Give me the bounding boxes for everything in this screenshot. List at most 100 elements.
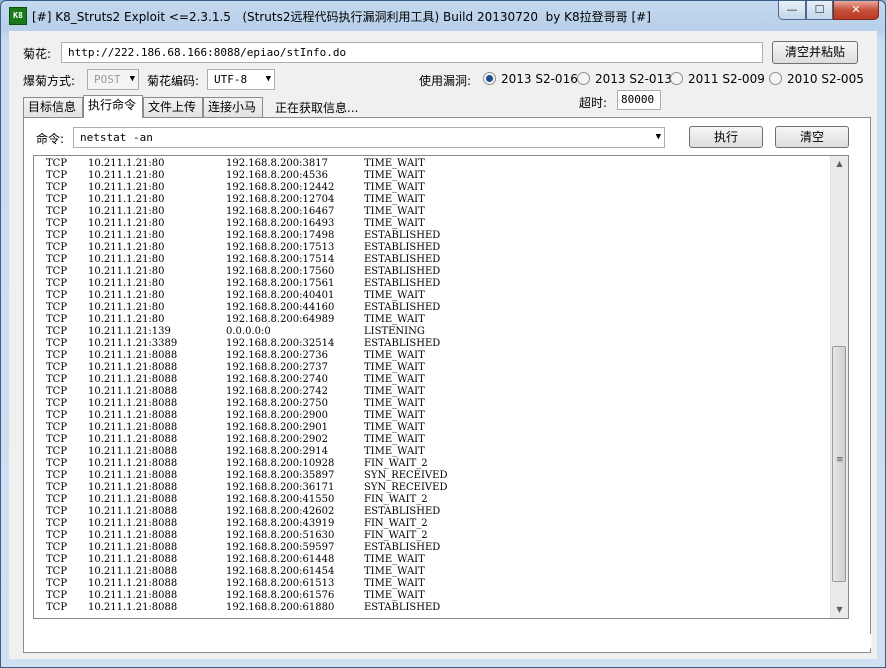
output-foreign-address: 192.168.8.200:61454 xyxy=(226,566,335,577)
command-value: netstat -an xyxy=(80,131,153,144)
output-local-address: 10.211.1.21:8088 xyxy=(88,458,178,469)
radio-label: 2013 S2-016 xyxy=(501,72,578,86)
output-proto: TCP xyxy=(46,218,68,229)
output-row: TCP 10.211.1.21:8088 192.168.8.200:2750 TIM… xyxy=(34,398,830,410)
command-input[interactable]: netstat -an ▼ xyxy=(73,127,665,148)
output-foreign-address: 192.168.8.200:61576 xyxy=(226,590,335,601)
timeout-input[interactable]: 80000 xyxy=(617,90,661,110)
output-local-address: 10.211.1.21:80 xyxy=(88,254,165,265)
title-bar[interactable]: K8 [#] K8_Struts2 Exploit <=2.3.1.5 (Str… xyxy=(1,1,885,31)
method-select[interactable]: POST ▼ xyxy=(87,69,139,90)
output-state: TIME_WAIT xyxy=(364,554,425,565)
output-foreign-address: 192.168.8.200:61448 xyxy=(226,554,335,565)
scroll-thumb[interactable]: ≡ xyxy=(832,346,846,582)
output-foreign-address: 192.168.8.200:61880 xyxy=(226,602,335,613)
output-row: TCP 10.211.1.21:8088 192.168.8.200:59597 ES… xyxy=(34,542,830,554)
output-local-address: 10.211.1.21:8088 xyxy=(88,398,178,409)
output-foreign-address: 192.168.8.200:2914 xyxy=(226,446,328,457)
output-foreign-address: 192.168.8.200:64989 xyxy=(226,314,335,325)
output-textarea[interactable]: TCP 10.211.1.21:80 192.168.8.200:3817 TIME_… xyxy=(33,155,849,619)
output-foreign-address: 0.0.0.0:0 xyxy=(226,326,271,337)
output-proto: TCP xyxy=(46,386,68,397)
vertical-scrollbar[interactable]: ▲ ≡ ▼ xyxy=(830,156,848,618)
clear-button[interactable]: 清空 xyxy=(775,126,849,148)
radio-s2-013[interactable]: 2013 S2-013 xyxy=(577,72,672,86)
output-row: TCP 10.211.1.21:8088 192.168.8.200:10928 FI… xyxy=(34,458,830,470)
output-foreign-address: 192.168.8.200:12442 xyxy=(226,182,335,193)
output-proto: TCP xyxy=(46,278,68,289)
output-foreign-address: 192.168.8.200:43919 xyxy=(226,518,335,529)
radio-label: 2013 S2-013 xyxy=(595,72,672,86)
output-proto: TCP xyxy=(46,266,68,277)
output-proto: TCP xyxy=(46,350,68,361)
radio-dot-icon xyxy=(483,72,496,85)
output-row: TCP 10.211.1.21:139 0.0.0.0:0 LISTENING xyxy=(34,326,830,338)
output-foreign-address: 192.168.8.200:3817 xyxy=(226,158,328,169)
output-foreign-address: 192.168.8.200:17560 xyxy=(226,266,335,277)
output-row: TCP 10.211.1.21:8088 192.168.8.200:61448 TI… xyxy=(34,554,830,566)
output-local-address: 10.211.1.21:8088 xyxy=(88,530,178,541)
radio-s2-016[interactable]: 2013 S2-016 xyxy=(483,72,578,86)
output-state: ESTABLISHED xyxy=(364,506,441,517)
output-foreign-address: 192.168.8.200:2902 xyxy=(226,434,328,445)
minimize-button[interactable]: — xyxy=(778,1,806,20)
output-state: TIME_WAIT xyxy=(364,170,425,181)
output-local-address: 10.211.1.21:8088 xyxy=(88,374,178,385)
output-foreign-address: 192.168.8.200:12704 xyxy=(226,194,335,205)
output-state: FIN_WAIT_2 xyxy=(364,530,428,541)
scroll-up-icon[interactable]: ▲ xyxy=(831,156,848,172)
output-proto: TCP xyxy=(46,242,68,253)
output-state: ESTABLISHED xyxy=(364,338,441,349)
radio-dot-icon xyxy=(577,72,590,85)
tab-file-upload[interactable]: 文件上传 xyxy=(143,97,203,117)
output-foreign-address: 192.168.8.200:42602 xyxy=(226,506,335,517)
encoding-value: UTF-8 xyxy=(214,73,248,86)
output-foreign-address: 192.168.8.200:17561 xyxy=(226,278,335,289)
output-state: FIN_WAIT_2 xyxy=(364,518,428,529)
output-state: SYN_RECEIVED xyxy=(364,482,448,493)
output-row: TCP 10.211.1.21:8088 192.168.8.200:2737 TIM… xyxy=(34,362,830,374)
tab-execute-command[interactable]: 执行命令 xyxy=(83,95,143,118)
output-local-address: 10.211.1.21:8088 xyxy=(88,434,178,445)
radio-s2-005[interactable]: 2010 S2-005 xyxy=(769,72,864,86)
output-state: ESTABLISHED xyxy=(364,230,441,241)
output-row: TCP 10.211.1.21:8088 192.168.8.200:2900 TIM… xyxy=(34,410,830,422)
output-row: TCP 10.211.1.21:8088 192.168.8.200:2740 TIM… xyxy=(34,374,830,386)
output-local-address: 10.211.1.21:80 xyxy=(88,302,165,313)
output-local-address: 10.211.1.21:8088 xyxy=(88,578,178,589)
output-local-address: 10.211.1.21:80 xyxy=(88,158,165,169)
output-foreign-address: 192.168.8.200:17498 xyxy=(226,230,335,241)
method-label: 爆菊方式: xyxy=(23,74,76,88)
vuln-label: 使用漏洞: xyxy=(419,74,472,88)
output-proto: TCP xyxy=(46,230,68,241)
output-proto: TCP xyxy=(46,434,68,445)
output-proto: TCP xyxy=(46,542,68,553)
tab-connect-shell[interactable]: 连接小马 xyxy=(203,97,263,117)
output-state: ESTABLISHED xyxy=(364,602,441,613)
output-state: FIN_WAIT_2 xyxy=(364,494,428,505)
output-proto: TCP xyxy=(46,338,68,349)
output-row: TCP 10.211.1.21:8088 192.168.8.200:41550 FI… xyxy=(34,494,830,506)
url-input[interactable]: http://222.186.68.166:8088/epiao/stInfo.… xyxy=(61,42,763,63)
close-button[interactable]: ✕ xyxy=(833,1,879,20)
output-state: TIME_WAIT xyxy=(364,350,425,361)
maximize-button[interactable]: ☐ xyxy=(806,1,833,20)
output-row: TCP 10.211.1.21:80 192.168.8.200:17498 ESTA… xyxy=(34,230,830,242)
output-state: ESTABLISHED xyxy=(364,302,441,313)
output-local-address: 10.211.1.21:8088 xyxy=(88,482,178,493)
output-foreign-address: 192.168.8.200:2736 xyxy=(226,350,328,361)
radio-s2-009[interactable]: 2011 S2-009 xyxy=(670,72,765,86)
execute-button[interactable]: 执行 xyxy=(689,126,763,148)
output-state: TIME_WAIT xyxy=(364,434,425,445)
output-proto: TCP xyxy=(46,158,68,169)
scroll-down-icon[interactable]: ▼ xyxy=(831,602,848,618)
encoding-select[interactable]: UTF-8 ▼ xyxy=(207,69,275,90)
output-row: TCP 10.211.1.21:8088 192.168.8.200:2902 TIM… xyxy=(34,434,830,446)
output-foreign-address: 192.168.8.200:32514 xyxy=(226,338,335,349)
output-row: TCP 10.211.1.21:80 192.168.8.200:17513 ESTA… xyxy=(34,242,830,254)
output-proto: TCP xyxy=(46,170,68,181)
clear-paste-button[interactable]: 清空并粘贴 xyxy=(772,41,858,64)
tab-target-info[interactable]: 目标信息 xyxy=(23,97,83,117)
output-foreign-address: 192.168.8.200:35897 xyxy=(226,470,335,481)
output-row: TCP 10.211.1.21:80 192.168.8.200:16493 TIME… xyxy=(34,218,830,230)
